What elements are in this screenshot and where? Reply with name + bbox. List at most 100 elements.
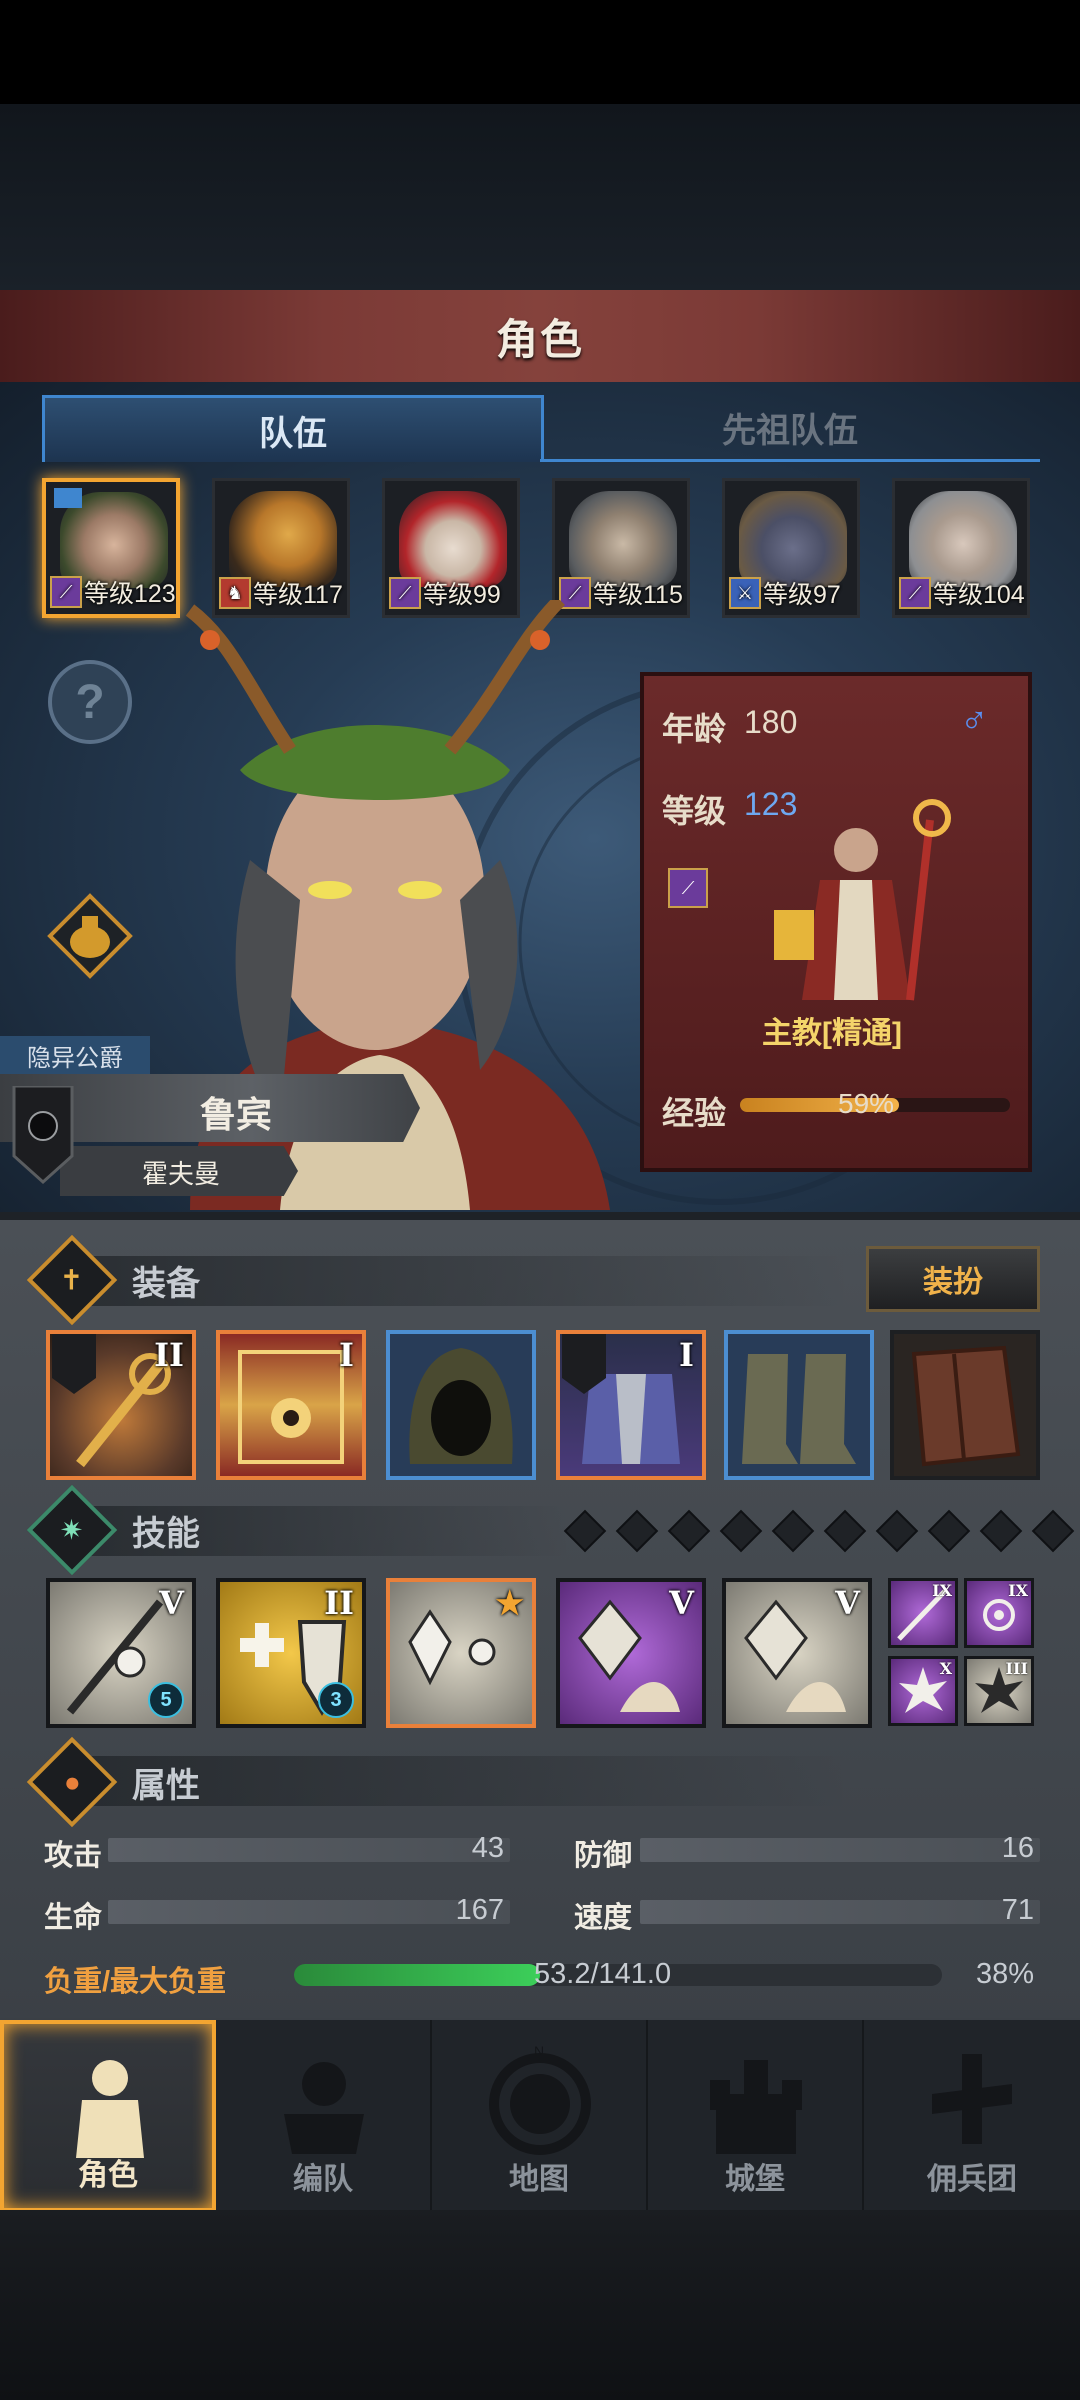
castle-icon bbox=[710, 2060, 802, 2154]
equipment-slot-boots[interactable] bbox=[724, 1330, 874, 1480]
equipment-title: 装备 bbox=[132, 1264, 200, 1303]
section-band bbox=[90, 1256, 850, 1306]
speed-value: 71 bbox=[1001, 1894, 1034, 1926]
skills-title: 技能 bbox=[132, 1514, 200, 1553]
top-backdrop bbox=[0, 104, 1080, 290]
passive-skill-4[interactable]: III bbox=[964, 1656, 1034, 1726]
hp-label: 生命 bbox=[44, 1902, 103, 1934]
section-band bbox=[90, 1756, 850, 1806]
skill-level-badge: 5 bbox=[148, 1682, 184, 1718]
hero-portrait bbox=[229, 491, 337, 587]
age-label: 年龄 bbox=[662, 711, 727, 747]
skill-slot-2[interactable]: II 3 bbox=[216, 1578, 366, 1728]
nav-character[interactable]: 角色 bbox=[0, 2020, 216, 2212]
equipment-slot-armor[interactable]: I bbox=[556, 1330, 706, 1480]
attributes-title: 属性 bbox=[132, 1766, 200, 1805]
passive-skill-2[interactable]: IX bbox=[964, 1578, 1034, 1648]
skill-slot-5[interactable]: V bbox=[722, 1578, 872, 1728]
formation-icon bbox=[284, 2062, 364, 2154]
skill-point bbox=[1031, 1509, 1075, 1553]
hood-icon bbox=[409, 1348, 513, 1464]
nav-mercenary[interactable]: 佣兵团 bbox=[864, 2020, 1080, 2212]
compass-icon: N bbox=[489, 2044, 591, 2155]
skill-point bbox=[719, 1509, 763, 1553]
skill-point bbox=[979, 1509, 1023, 1553]
help-button[interactable]: ? bbox=[48, 660, 132, 744]
hero-portrait bbox=[399, 491, 507, 587]
attack-label: 攻击 bbox=[44, 1840, 103, 1872]
speed-label: 速度 bbox=[574, 1902, 633, 1934]
hero-portrait bbox=[739, 491, 847, 587]
nav-castle[interactable]: 城堡 bbox=[648, 2020, 864, 2212]
load-value: 53.2/141.0 bbox=[534, 1958, 672, 1990]
book-icon bbox=[911, 1345, 1021, 1467]
system-nav-area bbox=[0, 2210, 1080, 2400]
skill-point bbox=[667, 1509, 711, 1553]
party-member-6[interactable]: ⟋ 等级104 bbox=[892, 478, 1030, 618]
exp-label: 经验 bbox=[662, 1095, 727, 1131]
boots-icon bbox=[742, 1354, 856, 1464]
party-member-3[interactable]: ⟋ 等级99 bbox=[382, 478, 520, 618]
party-member-2[interactable]: ♞ 等级117 bbox=[212, 478, 350, 618]
skill-tier: IX bbox=[932, 1581, 952, 1600]
equipment-slot-staff[interactable]: II bbox=[46, 1330, 196, 1480]
leader-flag-icon bbox=[54, 488, 82, 508]
sword-icon: ⚔ bbox=[729, 577, 761, 609]
item-tier: I bbox=[679, 1336, 694, 1374]
tab-team[interactable]: 队伍 bbox=[42, 395, 544, 462]
skill-slot-3[interactable]: ★ bbox=[386, 1578, 536, 1728]
bishop-class-icon: ⟋ bbox=[668, 868, 708, 908]
passive-skill-3[interactable]: X bbox=[888, 1656, 958, 1726]
attack-value: 43 bbox=[471, 1832, 504, 1864]
skill-tier: X bbox=[939, 1659, 952, 1678]
question-icon: ? bbox=[75, 675, 105, 729]
class-figure bbox=[774, 799, 951, 1001]
nav-formation[interactable]: 编队 bbox=[216, 2020, 432, 2212]
hero-level: ⟋ 等级104 bbox=[899, 575, 1025, 611]
skill-point bbox=[875, 1509, 919, 1553]
skill-tier: IX bbox=[1008, 1581, 1028, 1600]
defense-label: 防御 bbox=[574, 1840, 633, 1872]
party-member-1[interactable]: ⟋ 等级123 bbox=[42, 478, 180, 618]
skill-point bbox=[615, 1509, 659, 1553]
page-title: 角色 bbox=[495, 315, 584, 363]
party-member-4[interactable]: ⟋ 等级115 bbox=[552, 478, 690, 618]
skill-tier: V bbox=[669, 1584, 694, 1622]
skill-tier: V bbox=[835, 1584, 860, 1622]
attributes-header: ● 属性 bbox=[26, 1736, 200, 1828]
skill-point bbox=[927, 1509, 971, 1553]
hero-portrait bbox=[569, 491, 677, 587]
age-value: 180 bbox=[744, 704, 798, 740]
exp-percent: 59% bbox=[838, 1088, 895, 1119]
hp-value: 167 bbox=[455, 1894, 504, 1926]
item-tier: II bbox=[154, 1336, 184, 1374]
nav-map[interactable]: N 地图 bbox=[432, 2020, 648, 2212]
passive-skill-1[interactable]: IX bbox=[888, 1578, 958, 1648]
skill-tier: III bbox=[1005, 1659, 1028, 1678]
skill-slot-4[interactable]: V bbox=[556, 1578, 706, 1728]
knight-icon bbox=[76, 2060, 144, 2158]
skill-slot-1[interactable]: V 5 bbox=[46, 1578, 196, 1728]
family-crest-icon bbox=[12, 1086, 74, 1185]
potion-button[interactable] bbox=[46, 892, 134, 980]
skill-point bbox=[563, 1509, 607, 1553]
equipment-slot-book[interactable] bbox=[890, 1330, 1040, 1480]
party-member-5[interactable]: ⚔ 等级97 bbox=[722, 478, 860, 618]
skill-point bbox=[823, 1509, 867, 1553]
skill-point bbox=[771, 1509, 815, 1553]
title-bar: 角色 bbox=[0, 290, 1080, 385]
item-tier: I bbox=[339, 1336, 354, 1374]
equipment-slot-hood[interactable] bbox=[386, 1330, 536, 1480]
load-label: 负重/最大负重 bbox=[44, 1966, 227, 1998]
noble-title: 隐异公爵 bbox=[0, 1036, 150, 1074]
dress-up-button[interactable]: 装扮 bbox=[866, 1246, 1040, 1312]
hero-portrait bbox=[909, 491, 1017, 587]
skill-points bbox=[563, 1509, 1075, 1553]
character-surname: 霍夫曼 bbox=[142, 1159, 221, 1189]
bottom-nav: 角色 编队 N 地图 城堡 佣兵团 bbox=[0, 2018, 1080, 2212]
skill-level-badge: 3 bbox=[318, 1682, 354, 1718]
equipment-slot-tome[interactable]: I bbox=[216, 1330, 366, 1480]
class-name: 主教[精通] bbox=[762, 1017, 902, 1050]
skill-tier: V bbox=[159, 1584, 184, 1622]
tab-ancestors[interactable]: 先祖队伍 bbox=[540, 395, 1040, 462]
